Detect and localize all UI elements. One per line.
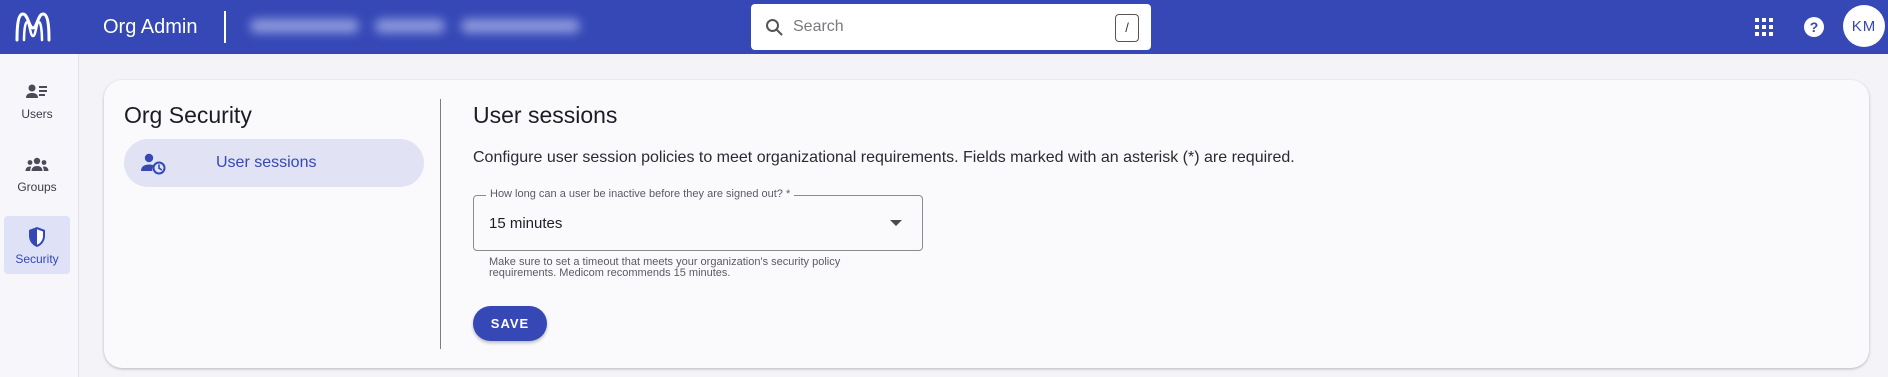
search-icon — [766, 19, 783, 36]
panel-item-label: User sessions — [216, 154, 317, 171]
search-box[interactable]: / — [751, 4, 1151, 50]
nav-item-label: Users — [21, 106, 53, 121]
dropdown-arrow-icon[interactable] — [890, 220, 902, 226]
section-description: Configure user session policies to meet … — [473, 149, 1295, 166]
helper-line: requirements. Medicom recommends 15 minu… — [489, 267, 731, 279]
svg-text:?: ? — [1810, 19, 1819, 35]
user-clock-icon — [141, 153, 166, 175]
avatar[interactable]: KM — [1843, 5, 1885, 47]
section-title: User sessions — [473, 102, 618, 128]
select-value: 15 minutes — [489, 215, 563, 232]
select-helper-text: Make sure to set a timeout that meets yo… — [489, 257, 919, 279]
side-nav: Users Groups Security — [0, 54, 79, 377]
help-icon[interactable]: ? — [1801, 14, 1827, 40]
groups-icon — [25, 157, 49, 171]
m-logo-icon[interactable] — [12, 6, 54, 48]
nav-item-label: Groups — [17, 179, 57, 194]
title-divider — [224, 11, 226, 43]
top-bar: Org Admin / ? KM — [0, 0, 1888, 54]
panel-item-user-sessions[interactable]: User sessions — [124, 139, 424, 187]
inactivity-timeout-select[interactable]: How long can a user be inactive before t… — [473, 188, 923, 251]
shield-icon — [29, 226, 45, 247]
app-title: Org Admin — [103, 16, 198, 38]
panel-title: Org Security — [124, 102, 252, 128]
search-input[interactable] — [793, 14, 1093, 40]
save-button[interactable]: SAVE — [473, 306, 547, 341]
nav-item-label: Security — [15, 251, 59, 266]
nav-item-users[interactable]: Users — [4, 71, 70, 129]
nav-item-groups[interactable]: Groups — [4, 144, 70, 202]
vertical-divider — [440, 99, 441, 349]
org-security-card: Org Security User sessions User sessions… — [104, 80, 1869, 368]
search-shortcut-key: / — [1115, 14, 1139, 42]
select-label: How long can a user be inactive before t… — [486, 188, 795, 200]
nav-item-security[interactable]: Security — [4, 216, 70, 274]
apps-grid-icon[interactable] — [1751, 14, 1777, 40]
organization-name-redacted — [250, 12, 580, 40]
users-list-icon — [26, 84, 47, 98]
